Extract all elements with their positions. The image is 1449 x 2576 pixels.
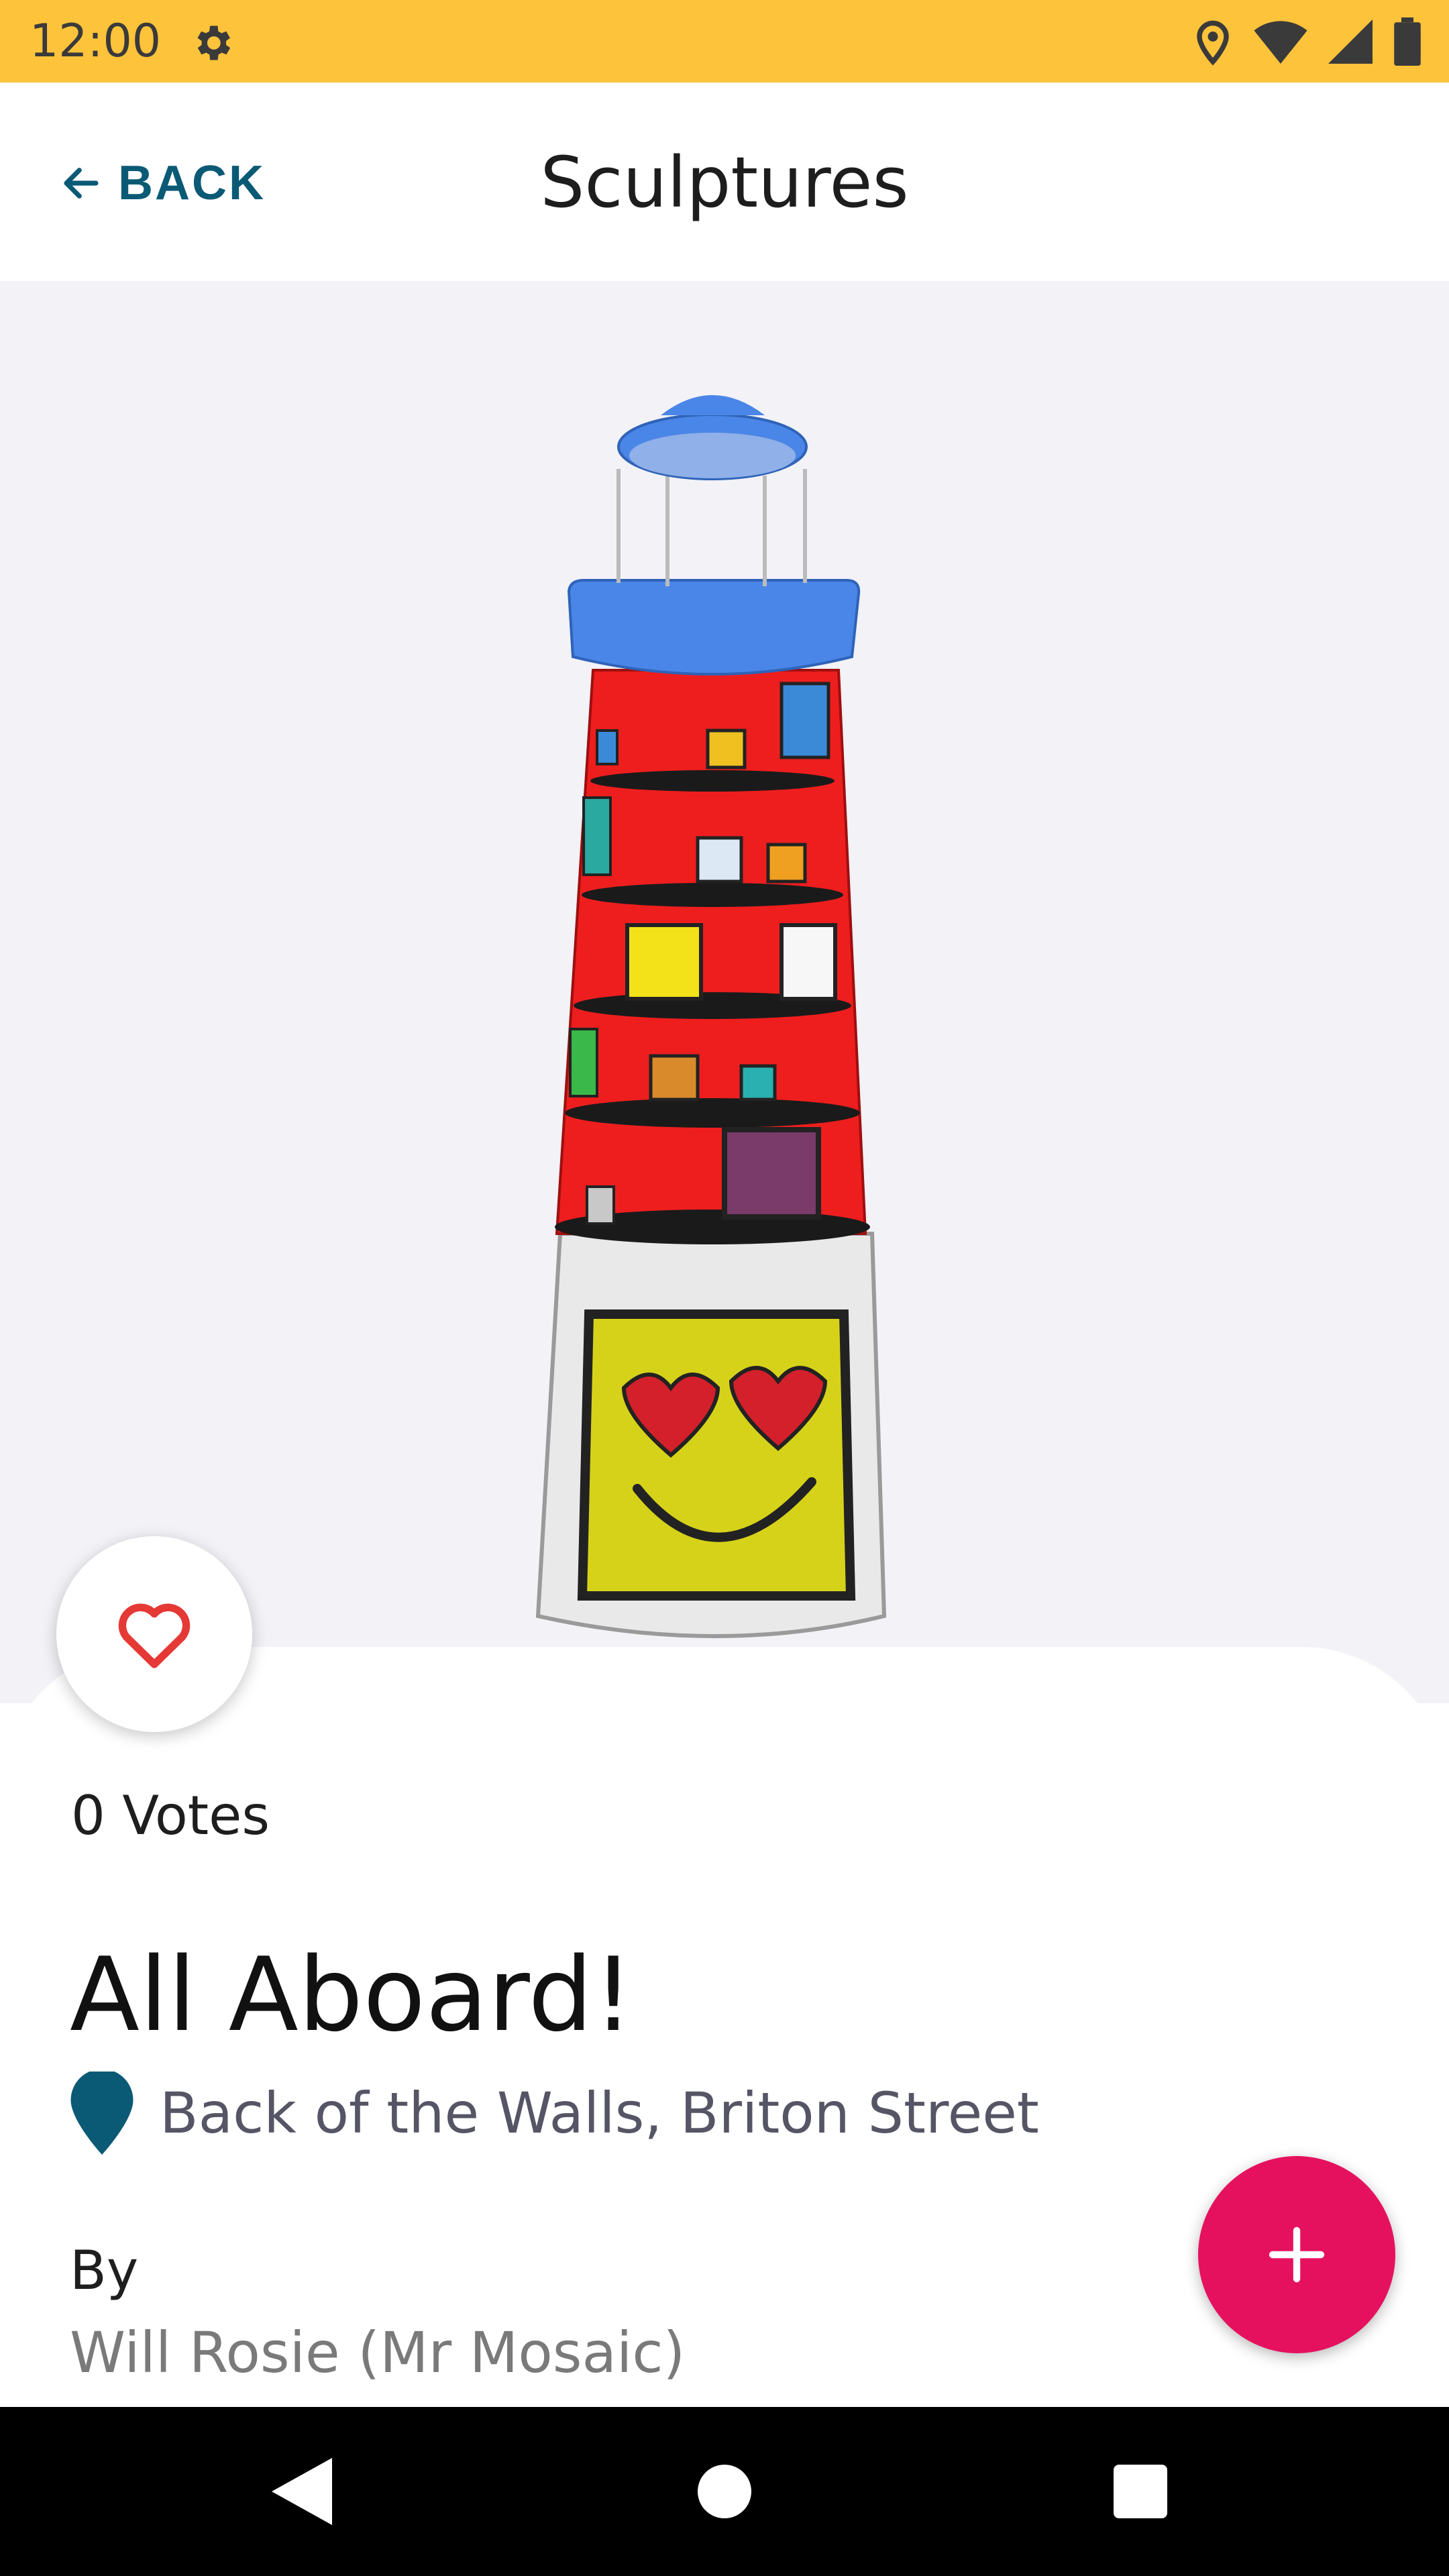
status-time: 12:00 xyxy=(30,15,161,68)
heart-icon xyxy=(118,1603,191,1668)
circle-home-icon xyxy=(698,2465,751,2518)
settings-icon xyxy=(197,25,231,60)
signal-icon xyxy=(1328,19,1373,64)
status-icons xyxy=(1193,15,1422,68)
square-recents-icon xyxy=(1114,2465,1167,2518)
by-label: By xyxy=(70,2239,139,2302)
location-text: Back of the Walls, Briton Street xyxy=(160,2080,1039,2146)
status-bar: 12:00 xyxy=(0,0,1449,83)
add-button[interactable] xyxy=(1198,2156,1395,2353)
system-navigation-bar xyxy=(0,2407,1449,2576)
nav-back-button[interactable] xyxy=(255,2445,349,2538)
plus-icon xyxy=(1269,2226,1325,2283)
sculpture-title: All Aboard! xyxy=(70,1935,634,2054)
location-row[interactable]: Back of the Walls, Briton Street xyxy=(70,2072,1039,2155)
wifi-icon xyxy=(1254,21,1307,64)
nav-recents-button[interactable] xyxy=(1093,2445,1187,2538)
lighthouse-sculpture-illustration xyxy=(535,395,887,1638)
page-title: Sculptures xyxy=(540,142,909,223)
artist-name: Will Rosie (Mr Mosaic) xyxy=(70,2320,686,2385)
app-bar: BACK Sculptures xyxy=(0,83,1449,281)
location-icon xyxy=(1197,20,1229,66)
triangle-back-icon xyxy=(272,2458,332,2525)
vote-button[interactable] xyxy=(56,1536,252,1732)
battery-icon xyxy=(1394,17,1421,66)
sculpture-image xyxy=(0,281,1449,1703)
map-pin-icon xyxy=(70,2072,133,2155)
nav-home-button[interactable] xyxy=(678,2445,771,2538)
votes-count: 0 Votes xyxy=(71,1784,270,1847)
